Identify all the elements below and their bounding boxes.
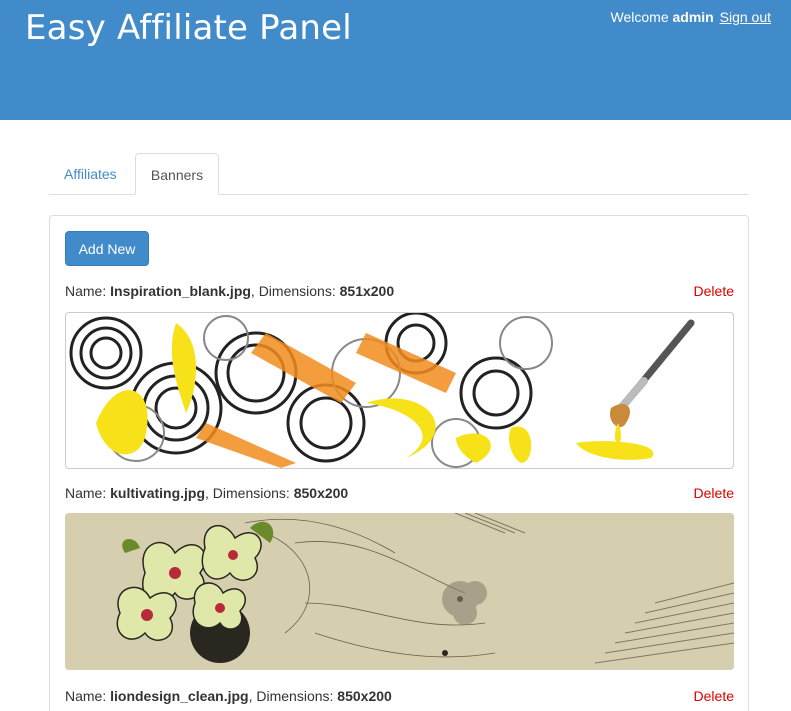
banner-filename: liondesign_clean.jpg — [110, 688, 249, 704]
username: admin — [672, 9, 714, 25]
banner-filename: Inspiration_blank.jpg — [110, 283, 251, 299]
banner-info-row: Name: Inspiration_blank.jpg, Dimensions:… — [65, 283, 734, 303]
banner-info-row: Name: kultivating.jpg, Dimensions: 850x2… — [65, 485, 734, 505]
delete-link[interactable]: Delete — [694, 485, 734, 501]
banner-dimensions: 850x200 — [293, 485, 349, 501]
user-area: Welcome admin Sign out — [611, 9, 771, 25]
tab-affiliates[interactable]: Affiliates — [49, 153, 132, 195]
app-title: Easy Affiliate Panel — [25, 8, 352, 48]
banner-image-kultivating — [65, 513, 734, 670]
welcome-text: Welcome — [610, 9, 669, 25]
sign-out-link[interactable]: Sign out — [720, 9, 771, 25]
tab-bar: Affiliates Banners — [49, 153, 749, 195]
banner-image-inspiration — [65, 312, 734, 469]
banner-info-row: Name: liondesign_clean.jpg, Dimensions: … — [65, 688, 734, 708]
add-new-button[interactable]: Add New — [65, 231, 149, 266]
delete-link[interactable]: Delete — [694, 688, 734, 704]
banners-panel: Add New Name: Inspiration_blank.jpg, Dim… — [49, 215, 749, 711]
tab-banners[interactable]: Banners — [135, 153, 219, 195]
dimensions-label: , Dimensions: — [248, 688, 334, 704]
name-label: Name: — [65, 485, 107, 501]
dimensions-label: , Dimensions: — [250, 283, 336, 299]
app-header: Easy Affiliate Panel Welcome admin Sign … — [0, 0, 791, 120]
banner-dimensions: 850x200 — [337, 688, 392, 704]
delete-link[interactable]: Delete — [694, 283, 734, 299]
name-label: Name: — [65, 283, 107, 299]
banner-filename: kultivating.jpg — [110, 485, 206, 501]
banner-dimensions: 851x200 — [339, 283, 395, 299]
dimensions-label: , Dimensions: — [205, 485, 290, 501]
name-label: Name: — [65, 688, 107, 704]
